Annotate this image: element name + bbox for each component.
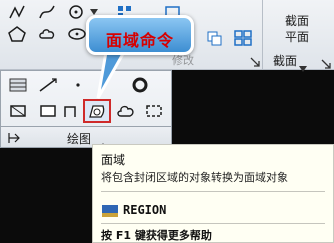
- grid-icon: [234, 30, 252, 46]
- section-plane-button[interactable]: 截面 平面: [279, 4, 315, 46]
- circle-tool-button[interactable]: [64, 2, 90, 22]
- ray-tool-button[interactable]: [35, 75, 61, 95]
- ray-icon: [38, 77, 58, 93]
- circle-icon: [68, 4, 86, 20]
- polygon-tool-button[interactable]: [4, 24, 30, 44]
- donut-icon: [130, 77, 150, 93]
- copy-icon: [206, 30, 224, 46]
- boundary-icon: [8, 103, 28, 119]
- pin-icon[interactable]: [7, 130, 21, 149]
- polyline-icon: [8, 4, 26, 20]
- callout-bubble: 面域命令: [86, 15, 194, 55]
- wipeout-tool-button[interactable]: [35, 101, 61, 121]
- region-tool-button[interactable]: [83, 99, 111, 123]
- grid-tool-button[interactable]: [230, 28, 256, 48]
- revision-cloud-button[interactable]: [113, 101, 139, 121]
- tooltip-divider: [101, 191, 325, 192]
- copy-tool-button[interactable]: [202, 28, 228, 48]
- boundary-tool-button[interactable]: [5, 101, 31, 121]
- spline-tool-button[interactable]: [34, 2, 60, 22]
- cloud-icon: [38, 26, 56, 42]
- tooltip-description: 将包含封闭区域的对象转换为面域对象: [101, 171, 288, 184]
- polyline-3d-icon: [63, 103, 79, 119]
- table-tool-button[interactable]: [141, 101, 167, 121]
- panel-expand-icon[interactable]: [321, 54, 331, 73]
- draw-panel-label: 绘图: [67, 132, 92, 146]
- tooltip-command: REGION: [123, 203, 167, 217]
- callout-text: 面域命令: [105, 31, 174, 50]
- table-icon: [144, 103, 164, 119]
- region-icon: [87, 103, 107, 119]
- wipeout-icon: [38, 103, 58, 119]
- tooltip-divider: [101, 223, 325, 224]
- tooltip-title: 面域: [101, 153, 126, 167]
- command-icon: [101, 203, 119, 217]
- section-panel: 截面 平面 截面: [262, 0, 334, 73]
- ellipse-icon: [68, 26, 86, 42]
- donut-tool-button[interactable]: [127, 75, 153, 95]
- revcloud-tool-button[interactable]: [34, 24, 60, 44]
- 3dpoly-tool-button[interactable]: [61, 101, 81, 121]
- hatch-icon: [8, 77, 28, 93]
- point-icon: [68, 77, 88, 93]
- polygon-icon: [8, 26, 26, 42]
- point-tool-button[interactable]: [65, 75, 91, 95]
- polyline-tool-button[interactable]: [4, 2, 30, 22]
- hatch-tool-button[interactable]: [5, 75, 31, 95]
- section-plane-label-line1: 截面: [285, 14, 310, 28]
- tooltip-help: 按 F1 键获得更多帮助: [101, 229, 212, 242]
- cloud-icon: [116, 103, 136, 119]
- section-panel-label: 截面: [273, 54, 298, 68]
- spline-icon: [38, 4, 56, 20]
- tooltip: 面域 将包含封闭区域的对象转换为面域对象 REGION 按 F1 键获得更多帮助: [92, 144, 334, 243]
- chevron-down-icon[interactable]: [299, 57, 307, 76]
- panel-expand-icon[interactable]: [250, 52, 260, 71]
- section-plane-label-line2: 平面: [285, 30, 310, 44]
